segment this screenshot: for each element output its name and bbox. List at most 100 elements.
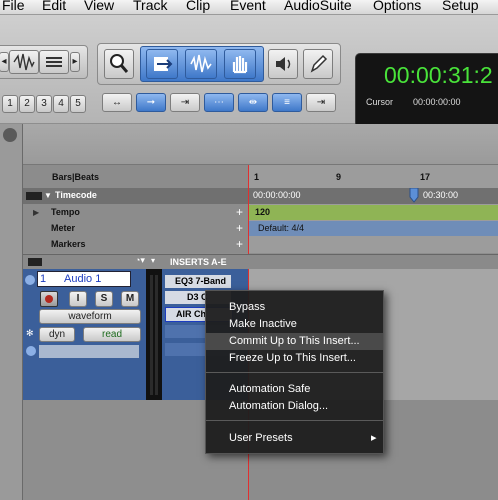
menu-event[interactable]: Event — [230, 0, 266, 13]
menu-item-automation-safe[interactable]: Automation Safe — [206, 381, 383, 398]
meter-value[interactable]: Default: 4/4 — [258, 223, 304, 233]
cursor-label: Cursor — [366, 97, 394, 107]
menu-view[interactable]: View — [84, 0, 114, 13]
grabber-hand-tool-icon[interactable] — [224, 49, 256, 79]
insert-context-menu: Bypass Make Inactive Commit Up to This I… — [205, 290, 384, 454]
track-list-icon[interactable] — [28, 258, 42, 266]
zoom-preset-1[interactable]: 1 — [2, 95, 18, 113]
bar-mark-9: 9 — [336, 172, 342, 182]
track-select-icon[interactable] — [25, 275, 35, 285]
track-name-field[interactable]: 1 Audio 1 — [37, 271, 131, 287]
playlist-icon[interactable] — [26, 346, 36, 356]
cursor-value: 00:00:00:00 — [413, 97, 461, 107]
zoom-preset-5[interactable]: 5 — [70, 95, 86, 113]
markers-add-icon[interactable]: + — [236, 237, 243, 251]
main-counter-value: 00:00:31:2 — [384, 62, 493, 88]
menu-item-bypass[interactable]: Bypass — [206, 299, 383, 316]
track-name: Audio 1 — [64, 273, 102, 285]
ruler-tempo: ▶ Tempo + 120 — [23, 205, 498, 221]
zoom-out-arrow-icon[interactable]: ◂ — [0, 52, 9, 72]
zoom-presets: 1 2 3 4 5 — [0, 95, 86, 113]
insert-slot-a[interactable]: EQ3 7-Band — [165, 275, 231, 288]
menu-track[interactable]: Track — [133, 0, 167, 13]
menu-item-make-inactive[interactable]: Make Inactive — [206, 316, 383, 333]
pencil-tool-icon[interactable] — [303, 49, 333, 79]
elastic-audio-icon[interactable]: ✻ — [26, 328, 36, 338]
mute-button[interactable]: M — [121, 291, 139, 307]
dropdown-arrow-icon[interactable]: ▼ — [44, 191, 52, 200]
meter-bar-right — [155, 275, 158, 395]
menu-clip[interactable]: Clip — [186, 0, 210, 13]
menu-separator — [206, 372, 383, 373]
menu-file[interactable]: File — [2, 0, 25, 13]
waveform-zoom-icon[interactable] — [9, 50, 39, 74]
automation-mode-selector[interactable]: read — [83, 327, 141, 342]
midi-zoom-icon[interactable] — [39, 50, 69, 74]
menu-setup[interactable]: Setup — [442, 0, 479, 13]
link-timeline-icon[interactable]: ≡ — [272, 93, 302, 112]
timecode-mark: 00:30:00 — [423, 190, 459, 200]
track-number: 1 — [40, 273, 47, 285]
edit-mode-buttons: ↔ ➞ ⇥ ⋯ ⇹ ≡ ⇥ — [102, 93, 342, 113]
meter-add-icon[interactable]: + — [236, 221, 243, 235]
ruler-timecode: ▼ Timecode 00:00:00:00 00:30:00 — [23, 187, 498, 204]
timebase-selector[interactable] — [39, 345, 139, 358]
menu-item-automation-safe-label: Automation Safe — [229, 383, 311, 395]
track-view-selector[interactable]: waveform — [39, 309, 141, 324]
header-dropdown-icon[interactable]: ▾ — [151, 256, 155, 265]
clock-icon[interactable]: ◔▾ — [135, 255, 145, 266]
playhead-marker-icon[interactable] — [409, 187, 419, 204]
selector-tool-icon[interactable] — [185, 49, 217, 79]
track-column-header: ◔▾ ▾ INSERTS A-E — [23, 254, 498, 269]
elastic-dyn-selector[interactable]: dyn — [39, 327, 75, 342]
submenu-arrow-icon: ▸ — [371, 432, 377, 444]
meter-bar-left — [150, 275, 153, 395]
grid-mode-icon[interactable]: ⋯ — [204, 93, 234, 112]
menu-item-user-presets[interactable]: User Presets ▸ — [206, 430, 383, 447]
zoom-in-arrow-icon[interactable]: ▸ — [70, 52, 80, 72]
menu-options[interactable]: Options — [373, 0, 421, 13]
menu-edit[interactable]: Edit — [42, 0, 66, 13]
edit-tools — [97, 43, 341, 85]
slip-mode-icon[interactable]: ➞ — [136, 93, 166, 112]
shuffle-mode-icon[interactable]: ↔ — [102, 93, 132, 112]
menu-item-user-presets-label: User Presets — [229, 432, 293, 444]
menu-item-commit-label: Commit Up to This Insert... — [229, 335, 360, 347]
insert-a-name: EQ3 7-Band — [175, 276, 227, 286]
trim-tool-icon[interactable] — [146, 49, 178, 79]
main-timebase-icon — [26, 192, 42, 200]
track-level-meter — [146, 269, 162, 400]
menu-separator — [206, 420, 383, 421]
panel-toggle-icon[interactable] — [3, 128, 17, 142]
tab-to-transient-icon[interactable]: ⇹ — [238, 93, 268, 112]
ruler-markers: Markers + — [23, 237, 498, 253]
bar-mark-1: 1 — [254, 172, 260, 182]
zoom-preset-3[interactable]: 3 — [36, 95, 52, 113]
expand-arrow-icon[interactable]: ▶ — [33, 208, 39, 217]
zoom-preset-4[interactable]: 4 — [53, 95, 69, 113]
menu-item-bypass-label: Bypass — [229, 301, 266, 313]
input-monitor-button[interactable]: I — [69, 291, 87, 307]
zoom-controls: ◂ ▸ — [0, 45, 88, 79]
markers-label: Markers — [51, 239, 86, 249]
menu-item-freeze[interactable]: Freeze Up to This Insert... — [206, 350, 383, 367]
bar-mark-17: 17 — [420, 172, 431, 182]
spot-mode-icon[interactable]: ⇥ — [170, 93, 200, 112]
zoom-preset-2[interactable]: 2 — [19, 95, 35, 113]
ruler-meter: Meter + Default: 4/4 — [23, 221, 498, 237]
solo-button[interactable]: S — [95, 291, 113, 307]
link-track-icon[interactable]: ⇥ — [306, 93, 336, 112]
tempo-value[interactable]: 120 — [255, 207, 270, 217]
main-counter: 00:00:31:2 Cursor 00:00:00:00 — [355, 53, 498, 133]
menu-audiosuite[interactable]: AudioSuite — [284, 0, 352, 13]
tempo-label: Tempo — [51, 207, 80, 217]
insert-c-name: AIR Ch — [176, 309, 206, 319]
inserts-header: INSERTS A-E — [170, 257, 227, 267]
ruler-bars-beats: Bars|Beats 1 9 17 — [24, 172, 498, 188]
scrubber-speaker-icon[interactable] — [268, 49, 298, 79]
tempo-add-icon[interactable]: + — [236, 205, 243, 219]
record-arm-button[interactable] — [40, 291, 58, 307]
menu-item-commit[interactable]: Commit Up to This Insert... — [206, 333, 383, 350]
zoomer-tool-icon[interactable] — [104, 49, 134, 79]
menu-item-automation-dialog[interactable]: Automation Dialog... — [206, 398, 383, 415]
